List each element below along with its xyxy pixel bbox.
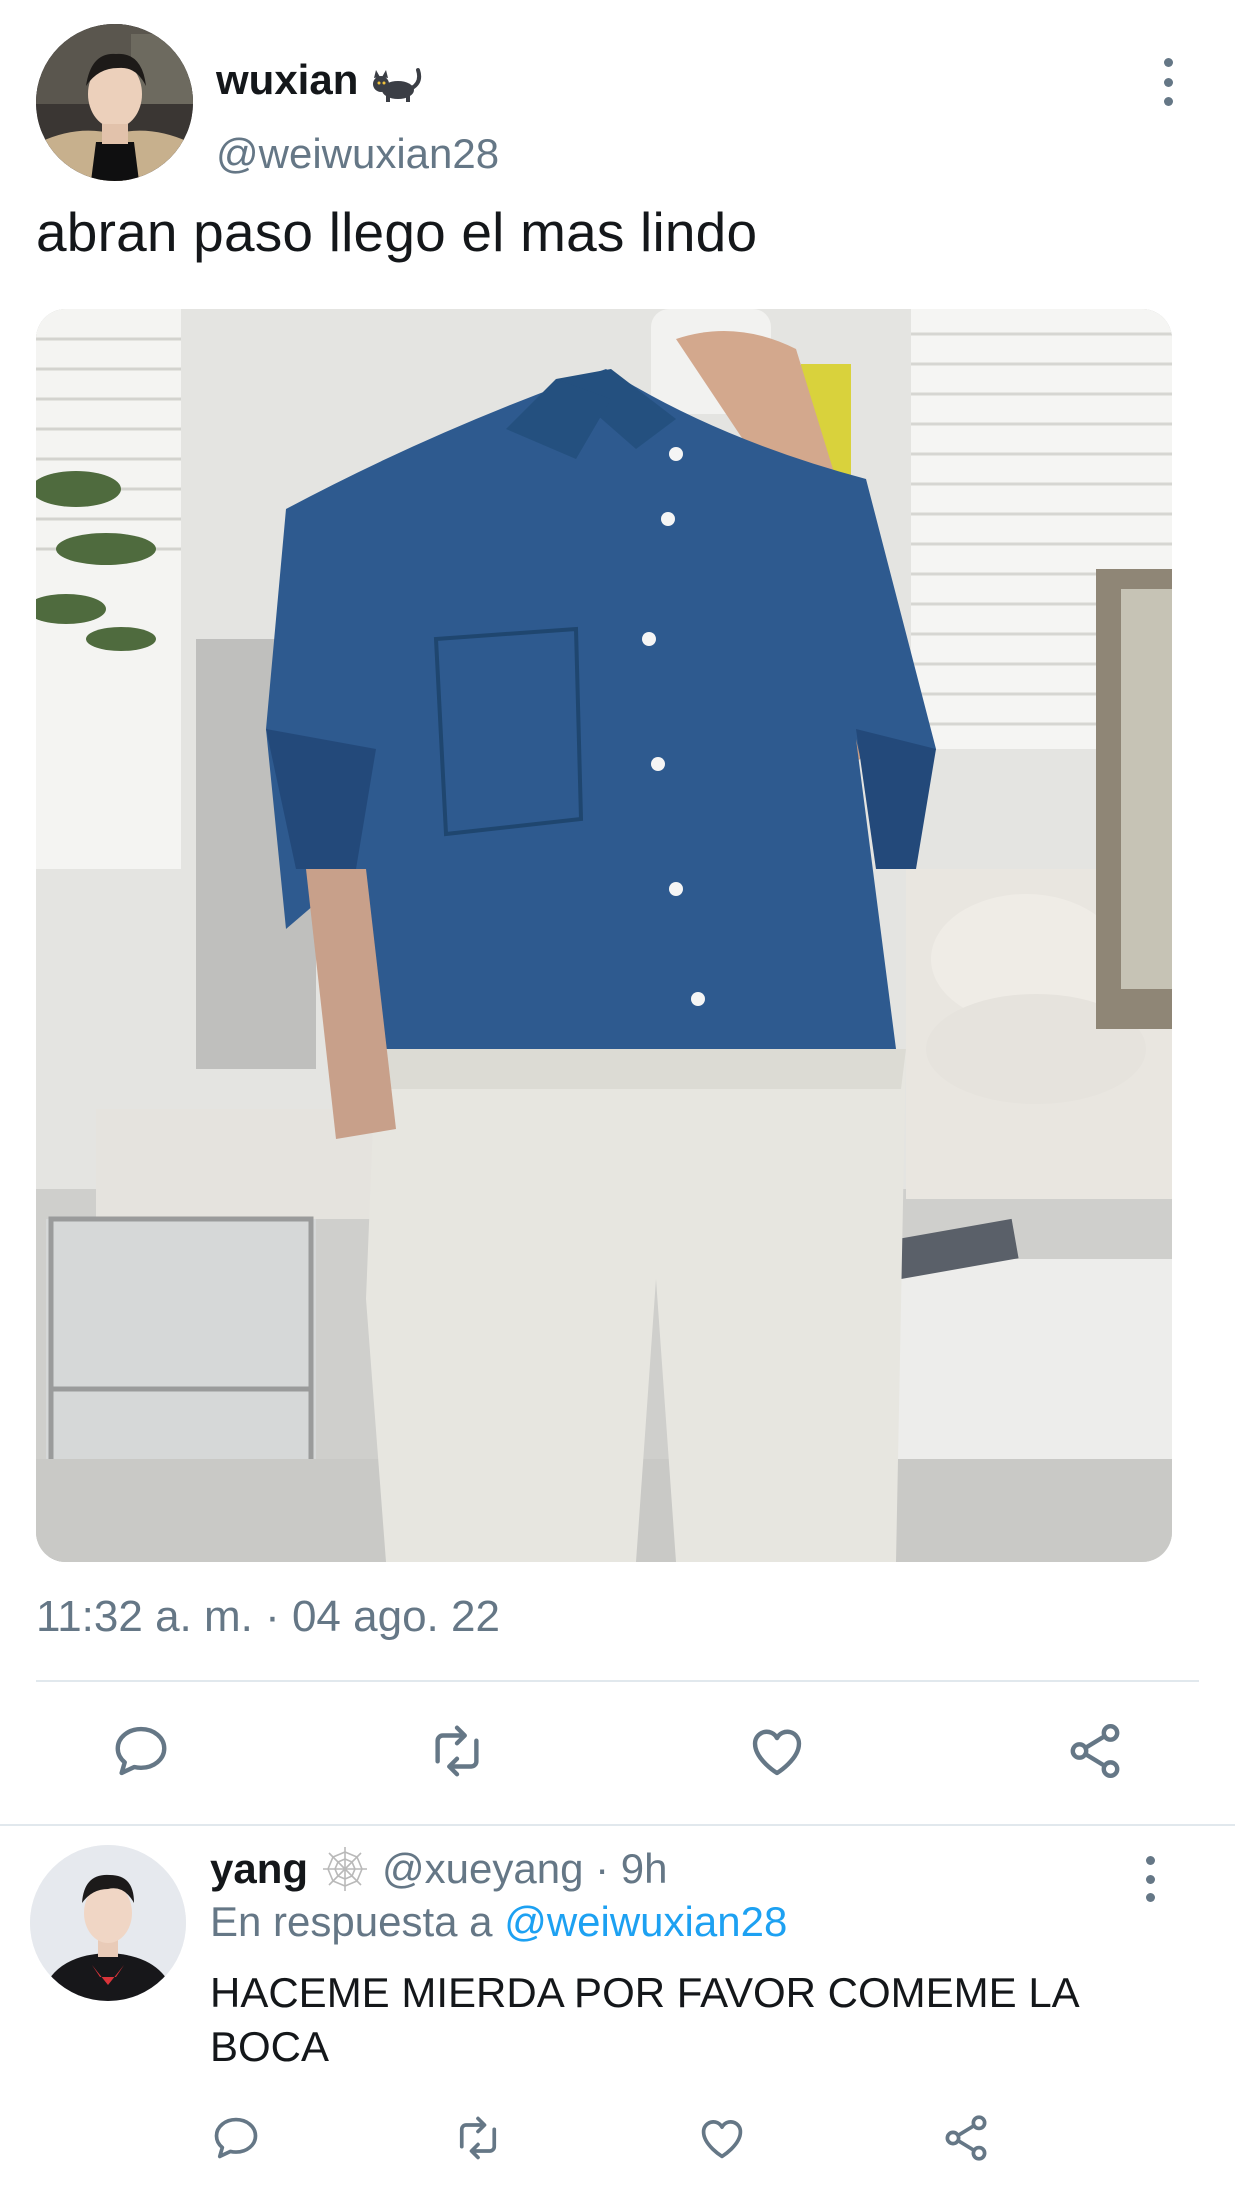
reply-author-name[interactable]: yang [210, 1845, 308, 1893]
tweet-actions [0, 1720, 1235, 1786]
author-handle[interactable]: @weiwuxian28 [216, 130, 499, 178]
author-avatar[interactable] [36, 24, 193, 181]
retweet-icon[interactable] [452, 2112, 504, 2164]
reply-more-options-icon[interactable] [1135, 1852, 1165, 1906]
tweet-detail-screen: wuxian @weiwuxian28 abran paso llego el … [0, 0, 1235, 2194]
tweet-timestamp: 11:32 a. m. · 04 ago. 22 [36, 1592, 500, 1641]
author-name-row[interactable]: wuxian [216, 56, 424, 104]
reply-text: HACEME MIERDA POR FAVOR COMEME LA BOCA [210, 1969, 1078, 2070]
retweet-icon[interactable] [426, 1720, 488, 1782]
reply-header: yang @xueyang · 9h [210, 1844, 668, 1894]
divider [0, 1824, 1235, 1826]
tweet-text: abran paso llego el mas lindo [36, 201, 758, 263]
spider-web-icon [320, 1844, 370, 1894]
like-icon[interactable] [746, 1720, 808, 1782]
reply-icon[interactable] [210, 2112, 262, 2164]
reply-actions [0, 2112, 1235, 2168]
in-reply-to-handle[interactable]: @weiwuxian28 [504, 1898, 787, 1945]
reply-icon[interactable] [110, 1720, 172, 1782]
in-reply-to: En respuesta a @weiwuxian28 [210, 1898, 787, 1946]
author-name: wuxian [216, 56, 359, 103]
reply-author-avatar[interactable] [30, 1845, 186, 2001]
in-reply-to-label: En respuesta a [210, 1898, 493, 1945]
tweet-photo[interactable] [36, 309, 1172, 1562]
tweet-header: wuxian @weiwuxian28 [36, 24, 1199, 184]
divider [36, 1680, 1199, 1682]
reply-meta: @xueyang · 9h [382, 1845, 668, 1892]
share-icon[interactable] [1064, 1720, 1126, 1782]
like-icon[interactable] [696, 2112, 748, 2164]
share-icon[interactable] [940, 2112, 992, 2164]
more-options-icon[interactable] [1153, 52, 1183, 112]
black-cat-icon [368, 56, 424, 104]
